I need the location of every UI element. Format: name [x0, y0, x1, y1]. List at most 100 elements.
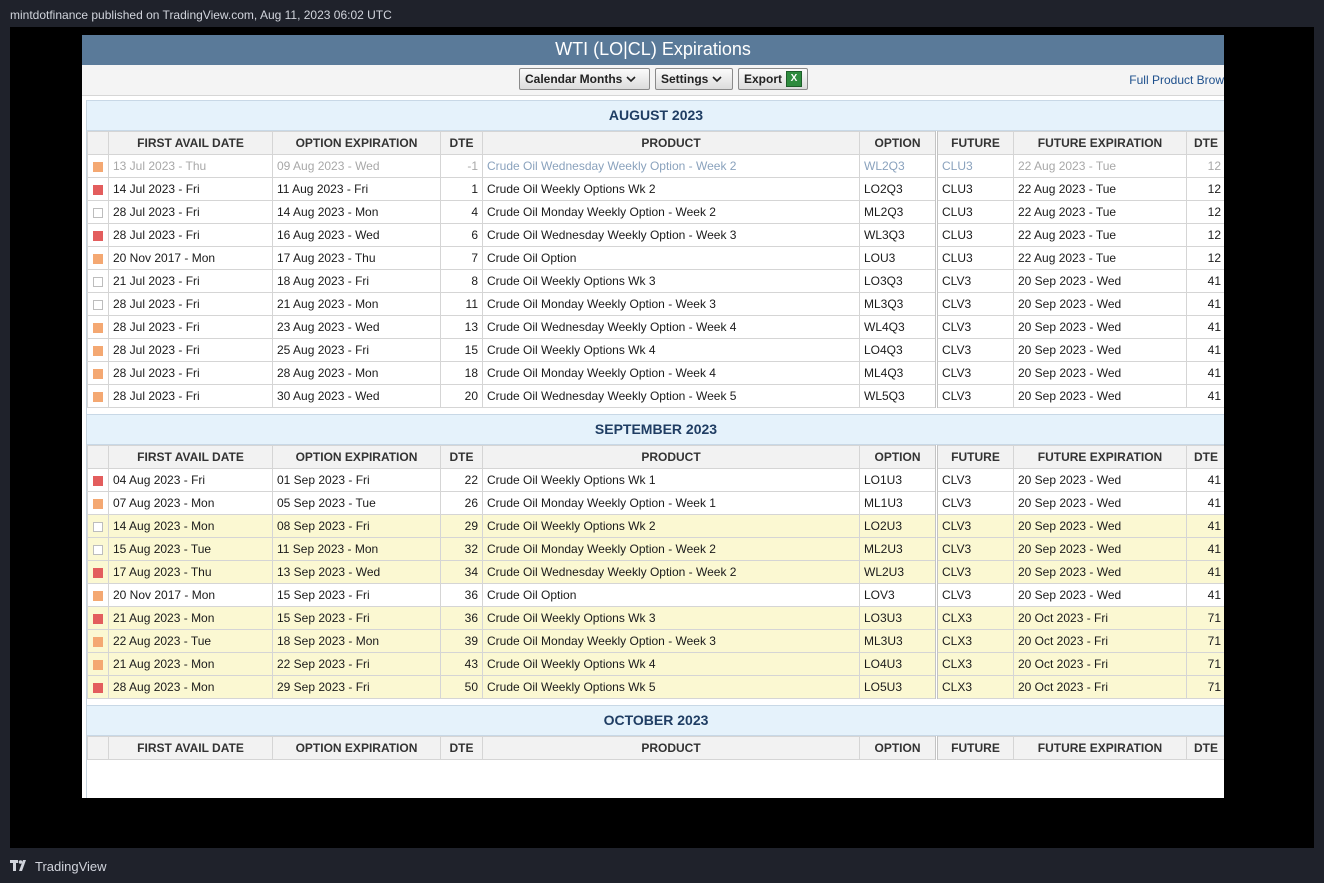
- col-option-header[interactable]: OPTION: [859, 736, 937, 760]
- table-row[interactable]: 21 Jul 2023 - Fri 18 Aug 2023 - Fri 8 Crude…: [87, 269, 1224, 293]
- product-link[interactable]: Crude Oil Monday Weekly Option - Week 2: [482, 537, 860, 561]
- product-link[interactable]: Crude Oil Wednesday Weekly Option - Week…: [482, 560, 860, 584]
- col-first-avail-date-header[interactable]: FIRST AVAIL DATE: [108, 736, 273, 760]
- product-link[interactable]: Crude Oil Option: [482, 583, 860, 607]
- table-row[interactable]: 17 Aug 2023 - Thu 13 Sep 2023 - Wed 34 Crud…: [87, 560, 1224, 584]
- product-link[interactable]: Crude Oil Weekly Options Wk 2: [482, 514, 860, 538]
- product-link[interactable]: Crude Oil Monday Weekly Option - Week 2: [482, 200, 860, 224]
- product-link[interactable]: Crude Oil Wednesday Weekly Option - Week…: [482, 154, 860, 178]
- option-code-link[interactable]: WL2Q3: [859, 154, 937, 178]
- col-future-header[interactable]: FUTURE: [935, 736, 1014, 760]
- col-future-dte-header[interactable]: DTE: [1186, 131, 1224, 155]
- future-code-link[interactable]: CLV3: [935, 560, 1014, 584]
- col-product-header[interactable]: PRODUCT: [482, 131, 860, 155]
- option-code-link[interactable]: ML3U3: [859, 629, 937, 653]
- option-code-link[interactable]: LO5U3: [859, 675, 937, 699]
- future-code-link[interactable]: CLV3: [935, 315, 1014, 339]
- option-code-link[interactable]: ML3Q3: [859, 292, 937, 316]
- option-code-link[interactable]: LO1U3: [859, 468, 937, 492]
- table-row[interactable]: 20 Nov 2017 - Mon 17 Aug 2023 - Thu 7 Crude…: [87, 246, 1224, 270]
- full-product-browser-link[interactable]: Full Product Brow: [1129, 73, 1224, 87]
- option-code-link[interactable]: WL3Q3: [859, 223, 937, 247]
- product-link[interactable]: Crude Oil Weekly Options Wk 1: [482, 468, 860, 492]
- table-row[interactable]: 28 Jul 2023 - Fri 28 Aug 2023 - Mon 18 Crud…: [87, 361, 1224, 385]
- table-row[interactable]: 21 Aug 2023 - Mon 15 Sep 2023 - Fri 36 Crud…: [87, 606, 1224, 630]
- product-link[interactable]: Crude Oil Monday Weekly Option - Week 3: [482, 629, 860, 653]
- future-code-link[interactable]: CLV3: [935, 514, 1014, 538]
- product-link[interactable]: Crude Oil Monday Weekly Option - Week 3: [482, 292, 860, 316]
- product-link[interactable]: Crude Oil Option: [482, 246, 860, 270]
- col-product-header[interactable]: PRODUCT: [482, 736, 860, 760]
- col-first-avail-date-header[interactable]: FIRST AVAIL DATE: [108, 445, 273, 469]
- col-first-avail-date-header[interactable]: FIRST AVAIL DATE: [108, 131, 273, 155]
- product-link[interactable]: Crude Oil Wednesday Weekly Option - Week…: [482, 384, 860, 408]
- future-code-link[interactable]: CLV3: [935, 338, 1014, 362]
- future-code-link[interactable]: CLV3: [935, 269, 1014, 293]
- table-row[interactable]: 22 Aug 2023 - Tue 18 Sep 2023 - Mon 39 Crud…: [87, 629, 1224, 653]
- product-link[interactable]: Crude Oil Wednesday Weekly Option - Week…: [482, 223, 860, 247]
- future-code-link[interactable]: CLV3: [935, 491, 1014, 515]
- product-link[interactable]: Crude Oil Monday Weekly Option - Week 1: [482, 491, 860, 515]
- future-code-link[interactable]: CLV3: [935, 583, 1014, 607]
- option-code-link[interactable]: LOU3: [859, 246, 937, 270]
- product-link[interactable]: Crude Oil Wednesday Weekly Option - Week…: [482, 315, 860, 339]
- option-code-link[interactable]: WL4Q3: [859, 315, 937, 339]
- col-future-dte-header[interactable]: DTE: [1186, 736, 1224, 760]
- future-code-link[interactable]: CLU3: [935, 177, 1014, 201]
- future-code-link[interactable]: CLU3: [935, 223, 1014, 247]
- product-link[interactable]: Crude Oil Weekly Options Wk 4: [482, 338, 860, 362]
- col-option-expiration-header[interactable]: OPTION EXPIRATION: [272, 445, 441, 469]
- col-option-header[interactable]: OPTION: [859, 131, 937, 155]
- future-code-link[interactable]: CLX3: [935, 652, 1014, 676]
- option-code-link[interactable]: LO2U3: [859, 514, 937, 538]
- calendar-months-dropdown[interactable]: Calendar Months: [519, 68, 650, 90]
- col-option-expiration-header[interactable]: OPTION EXPIRATION: [272, 736, 441, 760]
- option-code-link[interactable]: ML2U3: [859, 537, 937, 561]
- table-row[interactable]: 28 Jul 2023 - Fri 23 Aug 2023 - Wed 13 Crud…: [87, 315, 1224, 339]
- product-link[interactable]: Crude Oil Weekly Options Wk 3: [482, 269, 860, 293]
- product-link[interactable]: Crude Oil Monday Weekly Option - Week 4: [482, 361, 860, 385]
- col-dte-header[interactable]: DTE: [440, 736, 483, 760]
- product-link[interactable]: Crude Oil Weekly Options Wk 3: [482, 606, 860, 630]
- option-code-link[interactable]: LO3U3: [859, 606, 937, 630]
- col-option-header[interactable]: OPTION: [859, 445, 937, 469]
- table-row[interactable]: 28 Jul 2023 - Fri 16 Aug 2023 - Wed 6 Crude…: [87, 223, 1224, 247]
- future-code-link[interactable]: CLU3: [935, 246, 1014, 270]
- col-dte-header[interactable]: DTE: [440, 131, 483, 155]
- col-product-header[interactable]: PRODUCT: [482, 445, 860, 469]
- col-future-expiration-header[interactable]: FUTURE EXPIRATION: [1013, 445, 1187, 469]
- table-row[interactable]: 28 Jul 2023 - Fri 30 Aug 2023 - Wed 20 Crud…: [87, 384, 1224, 408]
- table-row[interactable]: 28 Jul 2023 - Fri 25 Aug 2023 - Fri 15 Crud…: [87, 338, 1224, 362]
- col-future-dte-header[interactable]: DTE: [1186, 445, 1224, 469]
- future-code-link[interactable]: CLX3: [935, 629, 1014, 653]
- option-code-link[interactable]: WL5Q3: [859, 384, 937, 408]
- table-row[interactable]: 21 Aug 2023 - Mon 22 Sep 2023 - Fri 43 Crud…: [87, 652, 1224, 676]
- table-row[interactable]: 14 Aug 2023 - Mon 08 Sep 2023 - Fri 29 Crud…: [87, 514, 1224, 538]
- future-code-link[interactable]: CLX3: [935, 675, 1014, 699]
- option-code-link[interactable]: LO4U3: [859, 652, 937, 676]
- product-link[interactable]: Crude Oil Weekly Options Wk 2: [482, 177, 860, 201]
- future-code-link[interactable]: CLV3: [935, 537, 1014, 561]
- option-code-link[interactable]: ML2Q3: [859, 200, 937, 224]
- table-row[interactable]: 28 Jul 2023 - Fri 14 Aug 2023 - Mon 4 Crude…: [87, 200, 1224, 224]
- future-code-link[interactable]: CLU3: [935, 154, 1014, 178]
- col-option-expiration-header[interactable]: OPTION EXPIRATION: [272, 131, 441, 155]
- option-code-link[interactable]: WL2U3: [859, 560, 937, 584]
- table-row[interactable]: 15 Aug 2023 - Tue 11 Sep 2023 - Mon 32 Crud…: [87, 537, 1224, 561]
- export-button[interactable]: Export X: [738, 68, 808, 90]
- future-code-link[interactable]: CLU3: [935, 200, 1014, 224]
- table-row[interactable]: 07 Aug 2023 - Mon 05 Sep 2023 - Tue 26 Crud…: [87, 491, 1224, 515]
- option-code-link[interactable]: LO2Q3: [859, 177, 937, 201]
- col-future-expiration-header[interactable]: FUTURE EXPIRATION: [1013, 736, 1187, 760]
- table-row[interactable]: 28 Aug 2023 - Mon 29 Sep 2023 - Fri 50 Crud…: [87, 675, 1224, 699]
- future-code-link[interactable]: CLV3: [935, 468, 1014, 492]
- table-row[interactable]: 14 Jul 2023 - Fri 11 Aug 2023 - Fri 1 Crude…: [87, 177, 1224, 201]
- table-row[interactable]: 28 Jul 2023 - Fri 21 Aug 2023 - Mon 11 Crud…: [87, 292, 1224, 316]
- future-code-link[interactable]: CLV3: [935, 361, 1014, 385]
- option-code-link[interactable]: ML1U3: [859, 491, 937, 515]
- col-future-header[interactable]: FUTURE: [935, 445, 1014, 469]
- future-code-link[interactable]: CLV3: [935, 292, 1014, 316]
- table-row[interactable]: 13 Jul 2023 - Thu 09 Aug 2023 - Wed -1 Crud…: [87, 154, 1224, 178]
- option-code-link[interactable]: LOV3: [859, 583, 937, 607]
- settings-dropdown[interactable]: Settings: [655, 68, 733, 90]
